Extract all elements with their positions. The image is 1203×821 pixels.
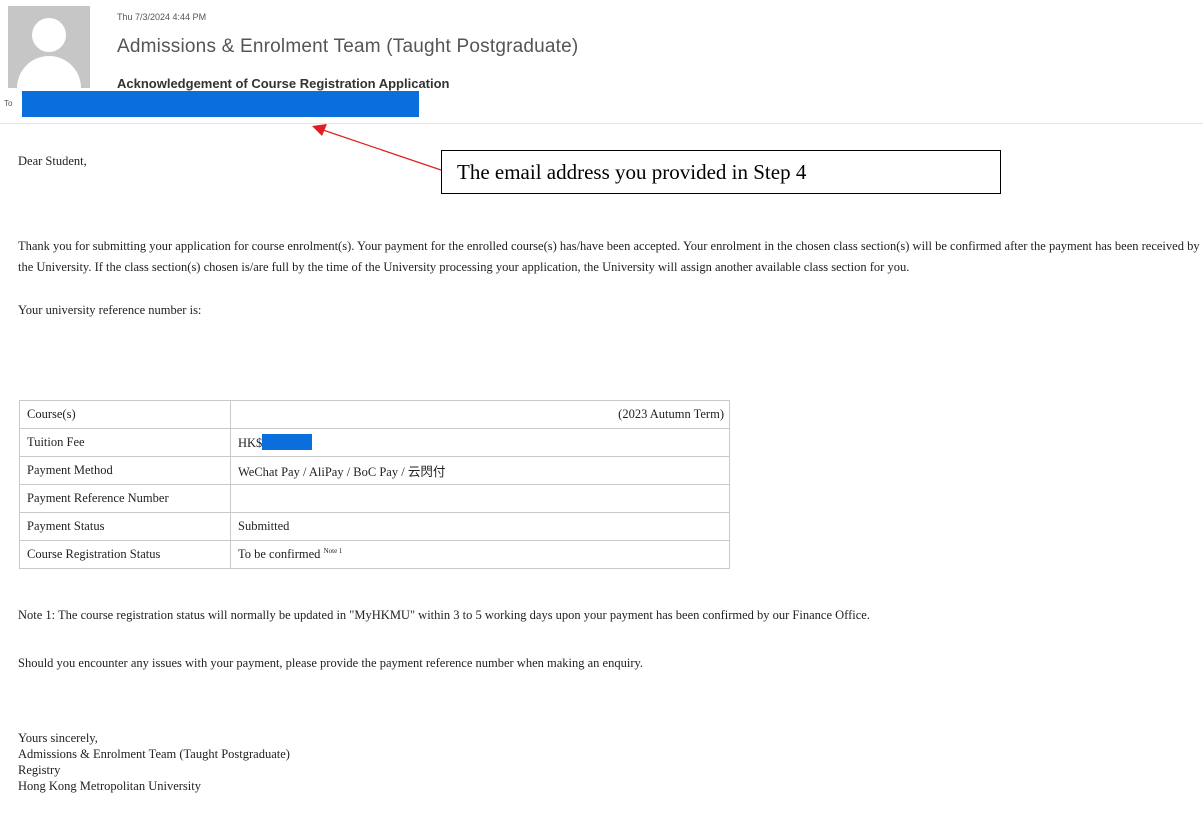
signature-team: Admissions & Enrolment Team (Taught Post… <box>18 747 290 761</box>
row-value: WeChat Pay / AliPay / BoC Pay / 云閃付 <box>230 456 730 485</box>
to-label: To <box>4 99 13 108</box>
annotation-callout: The email address you provided in Step 4 <box>441 150 1001 194</box>
reference-line: Your university reference number is: <box>18 303 202 317</box>
table-row: Payment Reference Number <box>19 484 730 513</box>
row-label: Payment Method <box>19 456 231 485</box>
table-row: Payment Status Submitted <box>19 512 730 541</box>
signature-dept: Registry <box>18 763 61 777</box>
status-value: To be confirmed <box>238 547 321 562</box>
row-label: Payment Reference Number <box>19 484 231 513</box>
currency-label: HK$ <box>238 436 263 450</box>
footnote: Note 1: The course registration status w… <box>18 608 870 622</box>
signature-university: Hong Kong Metropolitan University <box>18 779 201 793</box>
salutation: Dear Student, <box>18 154 87 168</box>
table-row: Tuition Fee HK$ <box>19 428 730 457</box>
email-subject: Acknowledgement of Course Registration A… <box>117 76 450 91</box>
sender-avatar-icon <box>8 6 90 88</box>
email-sender[interactable]: Admissions & Enrolment Team (Taught Post… <box>117 36 578 58</box>
signature-block: Yours sincerely, Admissions & Enrolment … <box>18 730 290 794</box>
table-row: Course Registration Status To be confirm… <box>19 540 730 569</box>
row-label: Payment Status <box>19 512 231 541</box>
row-label: Tuition Fee <box>19 428 231 457</box>
row-value: (2023 Autumn Term) <box>230 400 730 429</box>
fee-redacted <box>262 434 313 450</box>
table-row: Course(s) (2023 Autumn Term) <box>19 400 730 429</box>
email-header: Thu 7/3/2024 4:44 PM Admissions & Enrolm… <box>0 0 1203 124</box>
recipient-redacted <box>22 91 419 117</box>
row-label: Course(s) <box>19 400 231 429</box>
row-value: Submitted <box>230 512 730 541</box>
row-value: To be confirmed Note 1 <box>230 540 730 569</box>
enquiry-text: Should you encounter any issues with you… <box>18 656 644 670</box>
note-reference: Note 1 <box>323 546 343 555</box>
row-value <box>230 484 730 513</box>
email-date: Thu 7/3/2024 4:44 PM <box>117 12 207 22</box>
callout-text: The email address you provided in Step 4 <box>457 160 807 184</box>
table-row: Payment Method WeChat Pay / AliPay / BoC… <box>19 456 730 485</box>
closing: Yours sincerely, <box>18 731 98 745</box>
row-label: Course Registration Status <box>19 540 231 569</box>
body-paragraph: Thank you for submitting your applicatio… <box>18 239 1200 274</box>
row-value: HK$ <box>230 428 730 457</box>
payment-table: Course(s) (2023 Autumn Term) Tuition Fee… <box>19 400 730 569</box>
